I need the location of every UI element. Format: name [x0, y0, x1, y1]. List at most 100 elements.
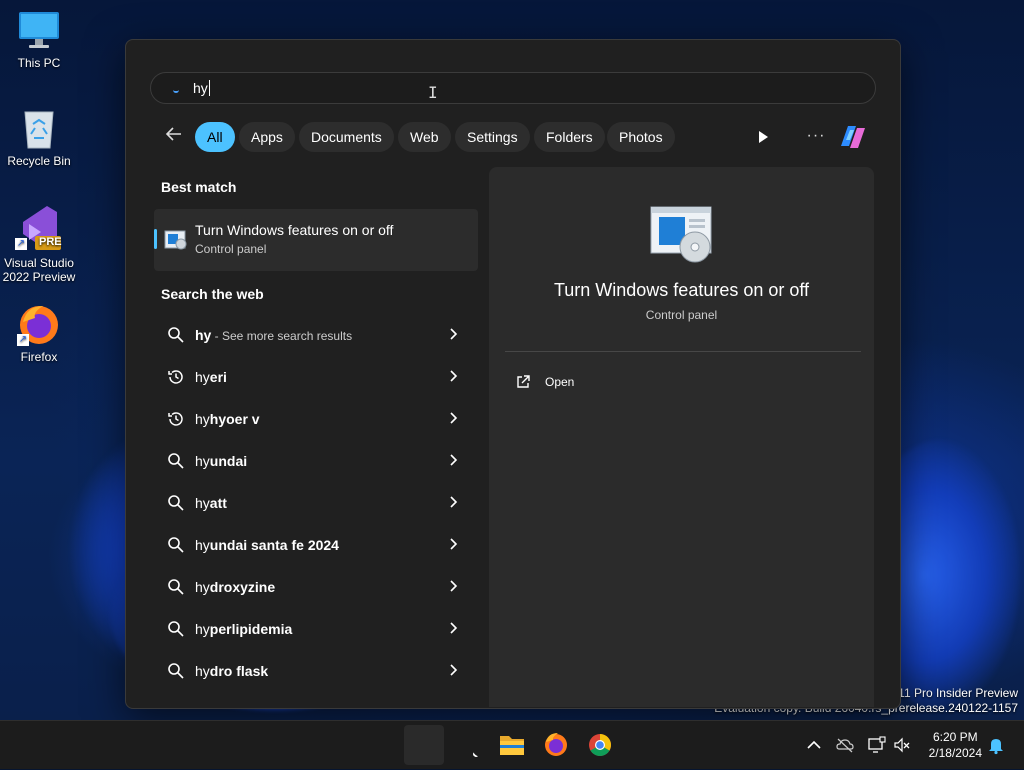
desktop-icon-label: Firefox — [20, 350, 58, 364]
result-prefix: hy — [195, 537, 210, 553]
filter-all[interactable]: All — [195, 122, 235, 152]
web-result-row[interactable]: hy - See more search results — [154, 314, 478, 356]
search-icon — [168, 579, 184, 595]
filter-web[interactable]: Web — [398, 122, 451, 152]
shortcut-arrow-icon: ↗ — [17, 334, 29, 346]
result-completion: undai — [209, 453, 248, 469]
web-result-row[interactable]: hyeri — [154, 356, 478, 398]
chevron-right-icon — [450, 496, 458, 508]
filter-bar: All Apps Documents Web Settings Folders … — [126, 120, 900, 154]
result-completion: att — [209, 495, 227, 511]
copilot-button[interactable] — [836, 122, 870, 152]
text-caret — [208, 80, 210, 96]
firefox-taskbar-button[interactable] — [536, 725, 576, 765]
result-completion: dro flask — [209, 663, 269, 679]
chrome-taskbar-button[interactable] — [580, 725, 620, 765]
chevron-right-icon — [450, 622, 458, 634]
web-result-row[interactable]: hyatt — [154, 482, 478, 524]
filter-apps[interactable]: Apps — [239, 122, 295, 152]
result-suffix: - See more search results — [211, 329, 353, 343]
taskbar: 6:20 PM 2/18/2024 — [0, 720, 1024, 769]
more-options-button[interactable]: ··· — [804, 124, 828, 148]
result-prefix: hy — [195, 495, 210, 511]
shortcut-arrow-icon: ↗ — [15, 238, 27, 250]
filter-documents[interactable]: Documents — [299, 122, 394, 152]
open-external-icon — [517, 375, 530, 388]
open-label: Open — [545, 375, 575, 389]
detail-subtitle: Control panel — [645, 308, 718, 322]
search-panel: hy I All Apps Documents Web Settings Fol… — [125, 39, 901, 709]
notification-bell-icon[interactable] — [986, 735, 1006, 755]
result-completion: perlipidemia — [209, 621, 293, 637]
desktop-icon-label: This PC — [17, 56, 61, 70]
result-prefix: hy — [195, 327, 212, 343]
desktop-icon-this-pc[interactable]: This PC — [1, 8, 77, 70]
preview-badge: PRE — [39, 236, 62, 248]
divider — [505, 351, 861, 352]
result-prefix: hy — [195, 621, 210, 637]
clock-date: 2/18/2024 — [928, 746, 982, 760]
chevron-right-icon — [450, 328, 458, 340]
chevron-right-icon — [450, 538, 458, 550]
result-prefix: hy — [195, 579, 210, 595]
clock-time: 6:20 PM — [932, 730, 978, 744]
windows-features-icon — [164, 229, 188, 251]
web-result-row[interactable]: hydro flask — [154, 650, 478, 692]
search-input[interactable]: hy — [150, 72, 876, 104]
clock[interactable]: 6:20 PM 2/18/2024 — [929, 729, 982, 761]
desktop-icon-recycle-bin[interactable]: Recycle Bin — [1, 106, 77, 168]
monitor-icon — [17, 8, 61, 52]
search-icon — [168, 621, 184, 637]
result-completion: hyoer v — [209, 411, 260, 427]
detail-title: Turn Windows features on or off — [553, 280, 810, 300]
web-result-row[interactable]: hyhyoer v — [154, 398, 478, 440]
web-result-row[interactable]: hyundai santa fe 2024 — [154, 524, 478, 566]
best-match-item[interactable]: Turn Windows features on or off Control … — [154, 209, 478, 271]
selection-indicator — [154, 229, 157, 249]
file-explorer-button[interactable] — [492, 725, 532, 765]
chevron-up-icon[interactable] — [804, 735, 824, 755]
search-taskbar-button[interactable] — [456, 725, 496, 765]
onedrive-offline-icon[interactable] — [835, 735, 855, 755]
web-result-row[interactable]: hydroxyzine — [154, 566, 478, 608]
arrow-left-icon — [165, 127, 181, 141]
result-completion: eri — [209, 369, 227, 385]
desktop-icon-label: Visual Studio 2022 Preview — [2, 256, 76, 284]
web-result-row[interactable]: hyundai — [154, 440, 478, 482]
search-icon — [168, 453, 184, 469]
chevron-right-icon — [450, 580, 458, 592]
result-completion: undai santa fe 2024 — [209, 537, 339, 553]
watermark-line-1: s 11 Pro Insider Preview — [888, 686, 1018, 700]
desktop-icon-visual-studio[interactable]: PRE ↗ Visual Studio 2022 Preview — [1, 204, 77, 284]
chevron-right-icon — [450, 664, 458, 676]
search-icon — [168, 495, 184, 511]
chevron-right-icon — [450, 370, 458, 382]
desktop-icon-label: Recycle Bin — [7, 154, 71, 168]
more-filters-button[interactable] — [751, 125, 775, 149]
network-icon[interactable] — [866, 735, 886, 755]
firefox-icon: ↗ — [17, 302, 61, 346]
windows-features-icon — [649, 205, 715, 265]
result-prefix: hy — [195, 663, 210, 679]
detail-pane: Turn Windows features on or off Control … — [489, 167, 874, 707]
play-icon — [759, 131, 768, 143]
search-query: hy — [193, 80, 208, 96]
chevron-right-icon — [450, 454, 458, 466]
volume-muted-icon[interactable] — [892, 735, 912, 755]
firefox-icon — [545, 733, 567, 756]
back-button[interactable] — [162, 124, 186, 148]
copilot-icon — [841, 126, 865, 148]
web-result-row[interactable]: hyperlipidemia — [154, 608, 478, 650]
open-button[interactable]: Open — [515, 372, 655, 396]
loading-spinner-icon — [173, 87, 179, 93]
start-button[interactable] — [404, 725, 444, 765]
chevron-right-icon — [450, 412, 458, 424]
filter-settings[interactable]: Settings — [455, 122, 530, 152]
chrome-icon — [589, 734, 611, 756]
search-icon — [168, 663, 184, 679]
visual-studio-icon: PRE ↗ — [15, 204, 62, 252]
desktop-icon-firefox[interactable]: ↗ Firefox — [1, 302, 77, 364]
best-match-title: Turn Windows features on or off — [195, 222, 394, 238]
filter-folders[interactable]: Folders — [534, 122, 605, 152]
filter-photos[interactable]: Photos — [607, 122, 675, 152]
